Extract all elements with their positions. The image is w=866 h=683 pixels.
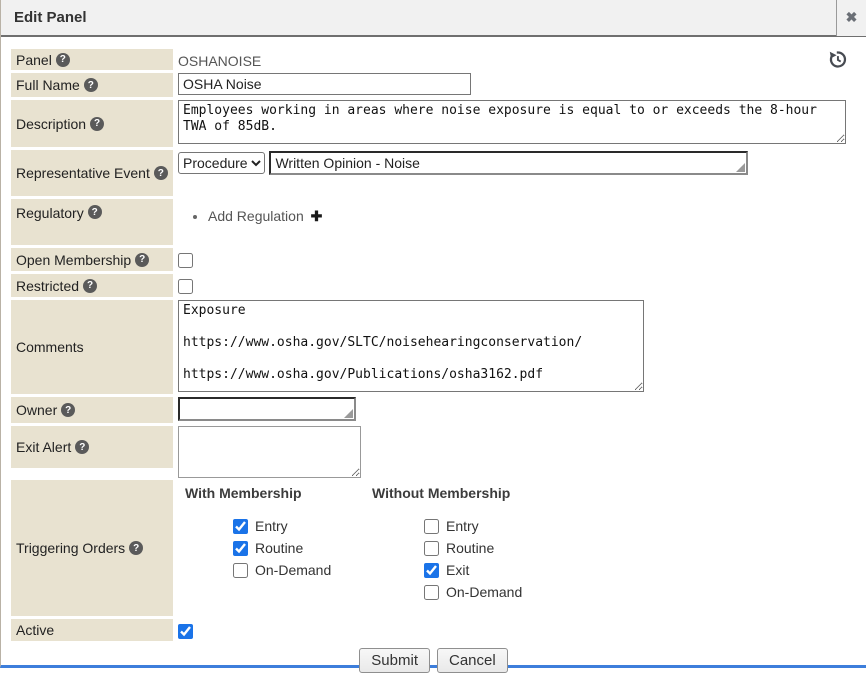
- help-icon[interactable]: ?: [154, 166, 168, 180]
- regulatory-label: Regulatory ?: [11, 199, 173, 245]
- exit-alert-label: Exit Alert ?: [11, 426, 173, 468]
- row-representative-event: Representative Event ? Procedure: [11, 150, 856, 196]
- help-icon[interactable]: ?: [61, 403, 75, 417]
- representative-event-type-select[interactable]: Procedure: [178, 152, 265, 174]
- restricted-label: Restricted ?: [11, 274, 173, 297]
- full-name-label: Full Name ?: [11, 73, 173, 97]
- representative-event-combo: [269, 151, 748, 175]
- without-membership-column: Without Membership Entry Routine: [372, 485, 572, 605]
- with-routine-option: Routine: [233, 539, 372, 556]
- row-regulatory: Regulatory ? Add Regulation ✚: [11, 199, 856, 245]
- help-icon[interactable]: ?: [135, 253, 149, 267]
- close-icon: ✖: [846, 9, 858, 26]
- help-icon[interactable]: ?: [88, 205, 102, 219]
- submit-button[interactable]: Submit: [359, 648, 430, 673]
- dialog-title: Edit Panel: [14, 9, 87, 26]
- panel-value: OSHANOISE: [178, 51, 261, 69]
- panel-label: Panel ?: [11, 49, 173, 70]
- row-triggering-orders: Triggering Orders ? With Membership Entr…: [11, 480, 856, 616]
- row-comments: Comments Exposure https://www.osha.gov/S…: [11, 300, 856, 394]
- help-icon[interactable]: ?: [84, 78, 98, 92]
- representative-event-input[interactable]: [269, 151, 748, 175]
- without-on-demand-checkbox[interactable]: [424, 585, 439, 600]
- plus-icon[interactable]: ✚: [311, 208, 323, 224]
- row-panel: Panel ? OSHANOISE: [11, 49, 856, 70]
- without-membership-header: Without Membership: [372, 485, 572, 501]
- owner-label: Owner ?: [11, 397, 173, 423]
- add-regulation-item: Add Regulation ✚: [208, 208, 322, 225]
- add-regulation-link[interactable]: Add Regulation: [208, 208, 304, 224]
- close-button[interactable]: ✖: [836, 0, 866, 36]
- without-entry-checkbox[interactable]: [424, 519, 439, 534]
- with-membership-header: With Membership: [185, 485, 372, 501]
- restricted-checkbox[interactable]: [178, 279, 193, 294]
- description-textarea[interactable]: Employees working in areas where noise e…: [178, 100, 846, 144]
- triggering-orders-label: Triggering Orders ?: [11, 480, 173, 616]
- comments-textarea[interactable]: Exposure https://www.osha.gov/SLTC/noise…: [178, 300, 644, 392]
- representative-event-label: Representative Event ?: [11, 150, 173, 196]
- with-routine-checkbox[interactable]: [233, 541, 248, 556]
- with-on-demand-option: On-Demand: [233, 561, 372, 578]
- without-on-demand-option: On-Demand: [424, 583, 572, 600]
- full-name-input[interactable]: [178, 73, 471, 95]
- comments-label: Comments: [11, 300, 173, 394]
- help-icon[interactable]: ?: [56, 53, 70, 67]
- history-icon[interactable]: [827, 49, 848, 75]
- cancel-button[interactable]: Cancel: [437, 648, 508, 673]
- without-routine-option: Routine: [424, 539, 572, 556]
- with-membership-column: With Membership Entry Routine: [185, 485, 372, 605]
- without-exit-option: Exit: [424, 561, 572, 578]
- description-label: Description ?: [11, 100, 173, 147]
- help-icon[interactable]: ?: [129, 541, 143, 555]
- row-active: Active: [11, 619, 856, 641]
- edit-panel-dialog: Edit Panel ✖ Panel ? OSHANOISE: [0, 0, 866, 668]
- without-routine-checkbox[interactable]: [424, 541, 439, 556]
- button-row: Submit Cancel: [11, 644, 856, 683]
- with-entry-option: Entry: [233, 517, 372, 534]
- owner-input[interactable]: [178, 397, 356, 421]
- with-on-demand-checkbox[interactable]: [233, 563, 248, 578]
- open-membership-checkbox[interactable]: [178, 253, 193, 268]
- help-icon[interactable]: ?: [75, 440, 89, 454]
- form-body: Panel ? OSHANOISE Full Name ?: [1, 37, 866, 683]
- help-icon[interactable]: ?: [83, 279, 97, 293]
- row-exit-alert: Exit Alert ?: [11, 426, 856, 468]
- row-owner: Owner ?: [11, 397, 856, 423]
- without-exit-checkbox[interactable]: [424, 563, 439, 578]
- dialog-header: Edit Panel ✖: [1, 0, 866, 37]
- without-entry-option: Entry: [424, 517, 572, 534]
- row-description: Description ? Employees working in areas…: [11, 100, 856, 147]
- exit-alert-textarea[interactable]: [178, 426, 361, 478]
- with-entry-checkbox[interactable]: [233, 519, 248, 534]
- active-checkbox[interactable]: [178, 624, 193, 639]
- help-icon[interactable]: ?: [90, 117, 104, 131]
- row-full-name: Full Name ?: [11, 73, 856, 97]
- active-label: Active: [11, 619, 173, 641]
- row-restricted: Restricted ?: [11, 274, 856, 297]
- owner-combo: [178, 397, 356, 421]
- open-membership-label: Open Membership ?: [11, 248, 173, 271]
- row-open-membership: Open Membership ?: [11, 248, 856, 271]
